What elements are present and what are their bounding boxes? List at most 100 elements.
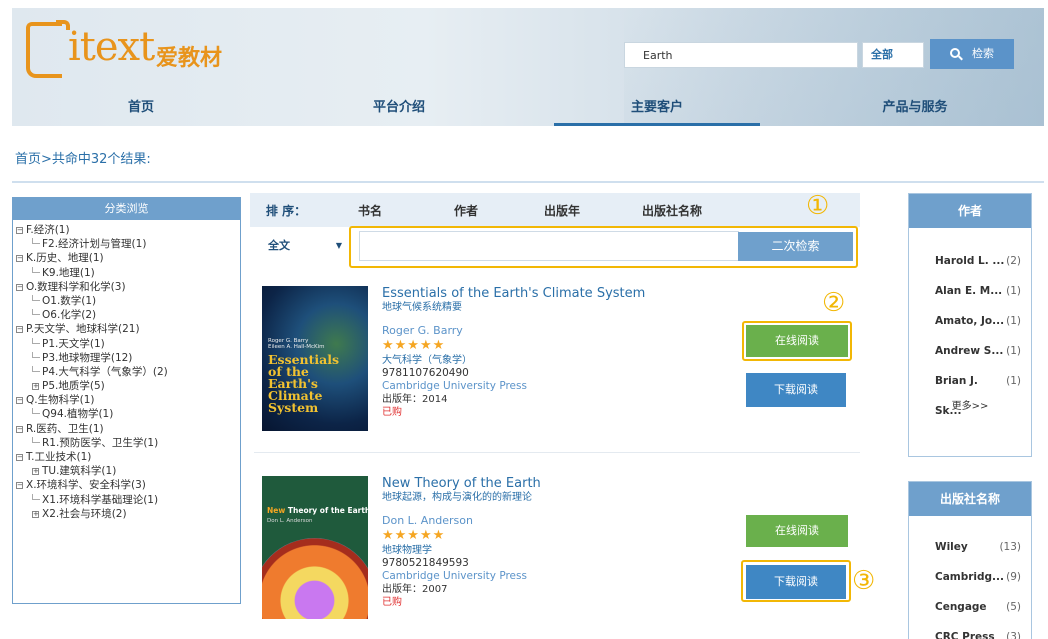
collapse-icon[interactable]: − <box>16 255 23 263</box>
category-label: P.天文学、地球科学(21) <box>26 323 140 336</box>
book-category[interactable]: 大气科学（气象学） <box>382 354 722 367</box>
book-category[interactable]: 地球物理学 <box>382 544 722 557</box>
author-panel-title: 作者 <box>909 194 1031 228</box>
sort-by-publisher[interactable]: 出版社名称 <box>610 202 734 219</box>
nav-main-customers[interactable]: 主要客户 <box>528 90 786 126</box>
collapse-icon[interactable]: − <box>16 227 23 234</box>
collapse-icon[interactable]: − <box>16 283 23 291</box>
category-item[interactable]: F2.经济计划与管理(1) <box>16 237 240 251</box>
category-item[interactable]: P4.大气科学（气象学）(2) <box>16 365 240 379</box>
site-logo[interactable]: itext 爱教材 <box>20 14 250 84</box>
search-input[interactable] <box>624 42 858 68</box>
collapse-icon[interactable]: − <box>16 454 23 461</box>
category-label: P4.大气科学（气象学）(2) <box>42 365 168 378</box>
search-button[interactable]: 检索 <box>930 39 1014 69</box>
book-publisher[interactable]: Cambridge University Press <box>382 380 722 393</box>
collapse-icon[interactable]: − <box>16 425 23 433</box>
book-cover[interactable]: Roger G. Barry Eileen A. Hall-McKim Essen… <box>262 286 368 431</box>
callout-box-3 <box>741 560 851 602</box>
category-item[interactable]: R1.预防医学、卫生学(1) <box>16 436 240 450</box>
tree-connector <box>32 294 40 301</box>
refine-field-select[interactable]: 全文 ▼ <box>254 231 350 261</box>
download-button[interactable]: 下载阅读 <box>746 373 846 407</box>
category-label: F2.经济计划与管理(1) <box>42 238 147 251</box>
filter-row[interactable]: Wiley (13) <box>909 532 1031 562</box>
category-item[interactable]: O6.化学(2) <box>16 308 240 322</box>
nav-platform-intro[interactable]: 平台介绍 <box>270 90 528 126</box>
read-online-button[interactable]: 在线阅读 <box>746 515 848 547</box>
sort-bar: 排 序： 书名 作者 出版年 出版社名称 <box>250 193 860 227</box>
cover-authors: Don L. Anderson <box>267 518 313 524</box>
book-author[interactable]: Roger G. Barry <box>382 324 722 338</box>
filter-row[interactable]: Andrew S... (1) <box>909 336 1031 366</box>
search-scope-select[interactable]: 全部 <box>862 42 924 68</box>
tree-connector <box>32 309 40 316</box>
logo-bracket <box>26 22 62 78</box>
filter-name: Amato, Jo... <box>935 315 1005 327</box>
category-item[interactable]: − Q.生物科学(1) <box>16 393 240 407</box>
callout-number-3: ③ <box>852 566 876 596</box>
book-isbn: 9780521849593 <box>382 557 469 569</box>
category-item[interactable]: X1.环境科学基础理论(1) <box>16 493 240 507</box>
expand-icon[interactable]: + <box>32 468 39 476</box>
purchase-status: 已购 <box>382 597 402 608</box>
category-item[interactable]: − T.工业技术(1) <box>16 450 240 464</box>
filter-name: Alan E. M... <box>935 285 1003 297</box>
tree-connector <box>32 238 40 245</box>
filter-name: Cambridg... <box>935 571 1005 583</box>
book-title[interactable]: Essentials of the Earth's Climate System <box>382 286 722 301</box>
category-item[interactable]: + TU.建筑科学(1) <box>16 464 240 478</box>
filter-count: (13) <box>999 541 1021 553</box>
category-item[interactable]: P3.地球物理学(12) <box>16 351 240 365</box>
filter-row[interactable]: Cengage (5) <box>909 592 1031 622</box>
result-divider <box>254 452 860 453</box>
filter-count: (2) <box>1006 255 1021 267</box>
category-label: O6.化学(2) <box>42 309 97 322</box>
search-button-label: 检索 <box>972 47 994 60</box>
book-publisher[interactable]: Cambridge University Press <box>382 570 722 583</box>
filter-row[interactable]: Brian J. Sk... (1) <box>909 366 1031 417</box>
filter-name: Wiley <box>935 541 968 553</box>
category-item[interactable]: − O.数理科学和化学(3) <box>16 280 240 294</box>
breadcrumb[interactable]: 首页>共命中32个结果: <box>15 148 151 167</box>
category-item[interactable]: − P.天文学、地球科学(21) <box>16 322 240 336</box>
rating-stars: ★★★★★ <box>382 338 446 353</box>
filter-name: Brian J. Sk... <box>935 375 978 417</box>
category-item[interactable]: − X.环境科学、安全科学(3) <box>16 478 240 492</box>
collapse-icon[interactable]: − <box>16 326 23 334</box>
filter-row[interactable]: Cambridg... (9) <box>909 562 1031 592</box>
filter-row[interactable]: Alan E. M... (1) <box>909 276 1031 306</box>
sort-by-year[interactable]: 出版年 <box>514 202 610 219</box>
category-item[interactable]: P1.天文学(1) <box>16 337 240 351</box>
category-item[interactable]: K9.地理(1) <box>16 266 240 280</box>
category-label: X.环境科学、安全科学(3) <box>26 479 146 492</box>
category-label: P5.地质学(5) <box>42 380 105 393</box>
filter-row[interactable]: Harold L. ... (2) <box>909 246 1031 276</box>
collapse-icon[interactable]: − <box>16 397 23 405</box>
expand-icon[interactable]: + <box>32 510 39 518</box>
filter-row[interactable]: Amato, Jo... (1) <box>909 306 1031 336</box>
main-nav: 首页 平台介绍 主要客户 产品与服务 <box>12 90 1044 126</box>
book-author[interactable]: Don L. Anderson <box>382 514 722 528</box>
filter-row[interactable]: CRC Press (3) <box>909 622 1031 639</box>
expand-icon[interactable]: + <box>32 383 39 391</box>
nav-products-services[interactable]: 产品与服务 <box>786 90 1044 126</box>
book-title[interactable]: New Theory of the Earth <box>382 476 722 491</box>
category-item[interactable]: − R.医药、卫生(1) <box>16 422 240 436</box>
book-cover[interactable]: New Theory of the Earth Don L. Anderson <box>262 476 368 619</box>
sort-by-title[interactable]: 书名 <box>322 202 418 219</box>
more-authors-link[interactable]: 更多>> <box>909 396 1031 418</box>
category-title: 分类浏览 <box>13 198 240 220</box>
category-item[interactable]: O1.数学(1) <box>16 294 240 308</box>
collapse-icon[interactable]: − <box>16 482 23 490</box>
category-item[interactable]: Q94.植物学(1) <box>16 407 240 421</box>
category-item[interactable]: − K.历史、地理(1) <box>16 251 240 265</box>
sort-by-author[interactable]: 作者 <box>418 202 514 219</box>
category-label: P1.天文学(1) <box>42 337 105 350</box>
category-item[interactable]: + P5.地质学(5) <box>16 379 240 393</box>
category-item[interactable]: + X2.社会与环境(2) <box>16 507 240 521</box>
category-item[interactable]: − F.经济(1) <box>16 223 240 237</box>
nav-home[interactable]: 首页 <box>12 90 270 126</box>
filter-count: (1) <box>1006 285 1021 297</box>
book-isbn: 9781107620490 <box>382 367 469 379</box>
